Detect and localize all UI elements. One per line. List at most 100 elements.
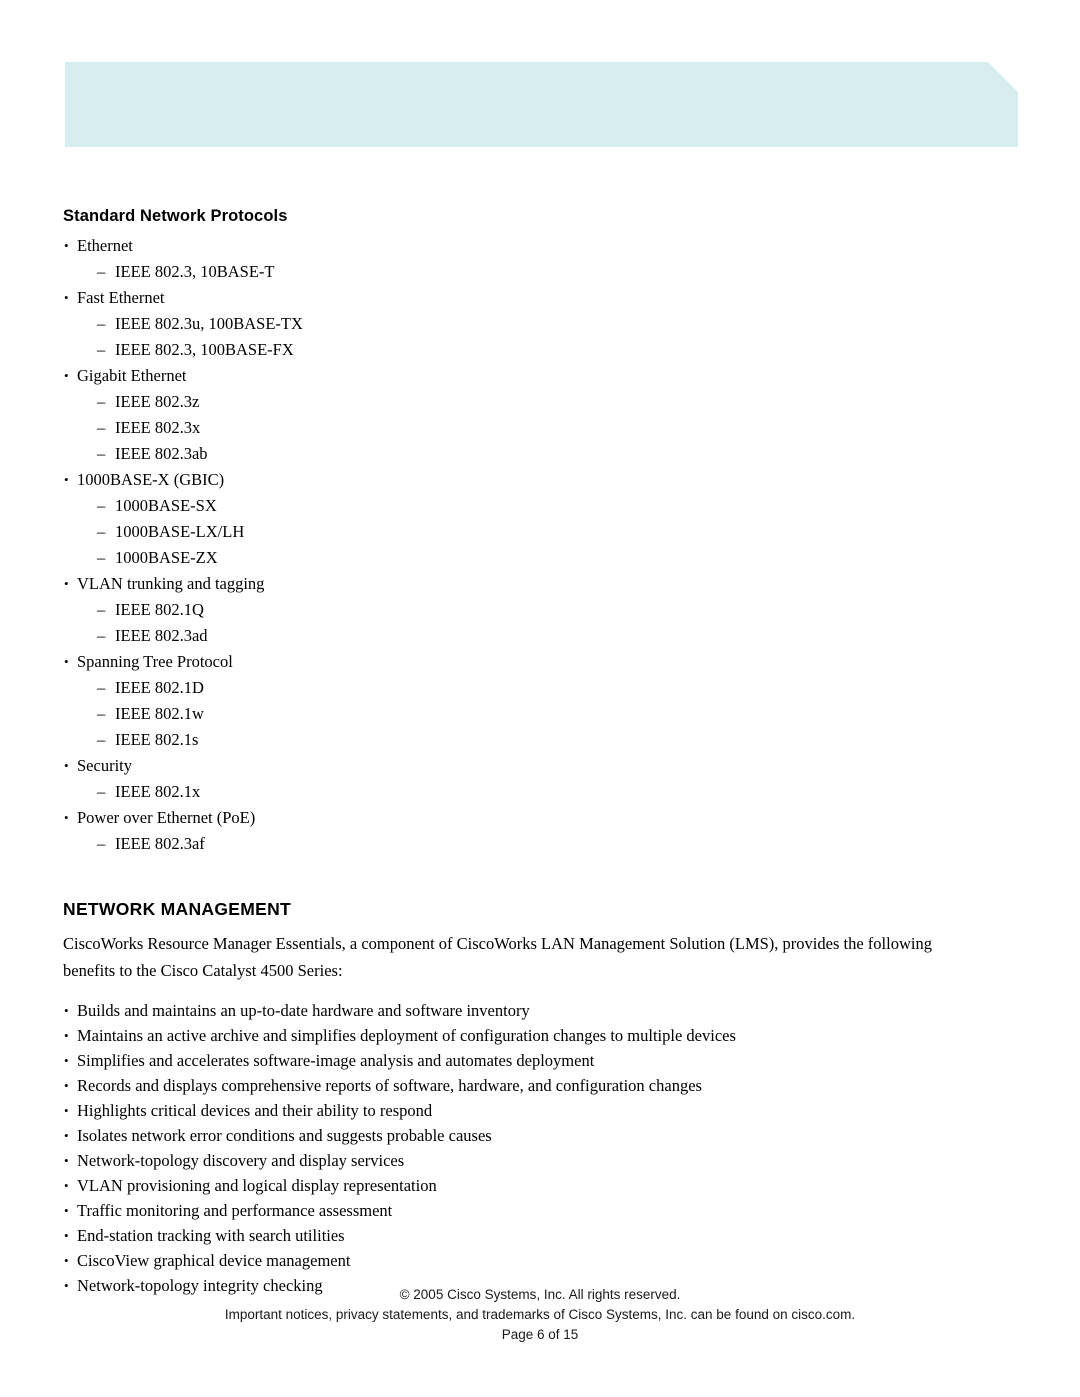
list-subitem-label: IEEE 802.1D [115, 677, 204, 697]
list-item: • Highlights critical devices and their … [63, 1098, 1018, 1123]
bullet-dot-icon: • [64, 757, 69, 773]
dash-icon: – [97, 417, 106, 437]
list-item-label: Network-topology discovery and display s… [77, 1150, 405, 1170]
bullet-dot-icon: • [64, 1102, 69, 1118]
list-item-label: Gigabit Ethernet [77, 365, 187, 385]
list-item-label: Security [77, 755, 132, 775]
dash-icon: – [97, 677, 106, 697]
network-management-heading: NETWORK MANAGEMENT [63, 898, 292, 919]
list-item: • Traffic monitoring and performance ass… [63, 1198, 1018, 1223]
list-item-label: Builds and maintains an up-to-date hardw… [77, 1000, 530, 1020]
list-subitem: – IEEE 802.1Q [63, 597, 1018, 623]
list-item: • Maintains an active archive and simpli… [63, 1023, 1018, 1048]
list-subitem: – IEEE 802.3ad [63, 623, 1018, 649]
list-item: • Ethernet [63, 233, 1018, 259]
bullet-dot-icon: • [64, 367, 69, 383]
list-item-label: Isolates network error conditions and su… [77, 1125, 492, 1145]
list-subitem: – IEEE 802.3ab [63, 441, 1018, 467]
dash-icon: – [97, 261, 106, 281]
list-subitem: – IEEE 802.3, 10BASE-T [63, 259, 1018, 285]
dash-icon: – [97, 313, 106, 333]
list-item: • End-station tracking with search utili… [63, 1223, 1018, 1248]
list-subitem: – 1000BASE-ZX [63, 545, 1018, 571]
dash-icon: – [97, 495, 106, 515]
list-item: • Power over Ethernet (PoE) [63, 805, 1018, 831]
list-subitem: – IEEE 802.3, 100BASE-FX [63, 337, 1018, 363]
dash-icon: – [97, 625, 106, 645]
dash-icon: – [97, 547, 106, 567]
list-subitem: – 1000BASE-LX/LH [63, 519, 1018, 545]
list-subitem-label: IEEE 802.1Q [115, 599, 204, 619]
network-management-benefits-list: • Builds and maintains an up-to-date har… [63, 998, 1018, 1298]
list-item-label: Maintains an active archive and simplifi… [77, 1025, 736, 1045]
list-item-label: VLAN trunking and tagging [77, 573, 265, 593]
list-item-label: CiscoView graphical device management [77, 1250, 351, 1270]
list-subitem-label: IEEE 802.3ad [115, 625, 208, 645]
list-subitem: – 1000BASE-SX [63, 493, 1018, 519]
bullet-dot-icon: • [64, 1077, 69, 1093]
list-item-label: Highlights critical devices and their ab… [77, 1100, 433, 1120]
list-subitem: – IEEE 802.1s [63, 727, 1018, 753]
list-subitem-label: IEEE 802.3, 100BASE-FX [115, 339, 294, 359]
list-subitem-label: 1000BASE-LX/LH [115, 521, 245, 541]
list-subitem-label: IEEE 802.1w [115, 703, 204, 723]
dash-icon: – [97, 521, 106, 541]
list-subitem-label: 1000BASE-ZX [115, 547, 218, 567]
dash-icon: – [97, 443, 106, 463]
dash-icon: – [97, 339, 106, 359]
bullet-dot-icon: • [64, 1052, 69, 1068]
dash-icon: – [97, 703, 106, 723]
list-subitem-label: 1000BASE-SX [115, 495, 217, 515]
bullet-dot-icon: • [64, 471, 69, 487]
list-subitem-label: IEEE 802.3af [115, 833, 205, 853]
list-item-label: Spanning Tree Protocol [77, 651, 233, 671]
list-subitem: – IEEE 802.3af [63, 831, 1018, 857]
list-subitem: – IEEE 802.3u, 100BASE-TX [63, 311, 1018, 337]
dash-icon: – [97, 781, 106, 801]
list-item: • 1000BASE-X (GBIC) [63, 467, 1018, 493]
list-item: • CiscoView graphical device management [63, 1248, 1018, 1273]
list-item-label: End-station tracking with search utiliti… [77, 1225, 345, 1245]
bullet-dot-icon: • [64, 653, 69, 669]
list-item: • Gigabit Ethernet [63, 363, 1018, 389]
bullet-dot-icon: • [64, 1252, 69, 1268]
list-item-label: 1000BASE-X (GBIC) [77, 469, 225, 489]
list-item: • Builds and maintains an up-to-date har… [63, 998, 1018, 1023]
list-subitem-label: IEEE 802.1s [115, 729, 199, 749]
network-management-section: NETWORK MANAGEMENT CiscoWorks Resource M… [63, 899, 1018, 1298]
list-subitem-label: IEEE 802.3x [115, 417, 201, 437]
dash-icon: – [97, 391, 106, 411]
list-item: • Spanning Tree Protocol [63, 649, 1018, 675]
list-item: • Records and displays comprehensive rep… [63, 1073, 1018, 1098]
list-subitem-label: IEEE 802.3z [115, 391, 200, 411]
bullet-dot-icon: • [64, 1202, 69, 1218]
bullet-dot-icon: • [64, 1177, 69, 1193]
standard-network-protocols-list: • Ethernet – IEEE 802.3, 10BASE-T • Fast… [63, 233, 1018, 857]
list-item-label: Ethernet [77, 235, 133, 255]
list-subitem: – IEEE 802.3x [63, 415, 1018, 441]
bullet-dot-icon: • [64, 1152, 69, 1168]
list-item-label: Power over Ethernet (PoE) [77, 807, 256, 827]
list-item-label: VLAN provisioning and logical display re… [77, 1175, 437, 1195]
list-item-label: Traffic monitoring and performance asses… [77, 1200, 393, 1220]
page-title: Standard Network Protocols [63, 207, 288, 225]
list-item-label: Records and displays comprehensive repor… [77, 1075, 702, 1095]
bullet-dot-icon: • [64, 289, 69, 305]
list-item: • Isolates network error conditions and … [63, 1123, 1018, 1148]
list-subitem-label: IEEE 802.3u, 100BASE-TX [115, 313, 303, 333]
list-item: • VLAN trunking and tagging [63, 571, 1018, 597]
list-item: • Fast Ethernet [63, 285, 1018, 311]
list-item-label: Simplifies and accelerates software-imag… [77, 1050, 595, 1070]
network-management-paragraph: CiscoWorks Resource Manager Essentials, … [63, 933, 932, 980]
footer-page-number: Page 6 of 15 [501, 1327, 579, 1342]
list-subitem: – IEEE 802.3z [63, 389, 1018, 415]
dash-icon: – [97, 729, 106, 749]
footer-notice: Important notices, privacy statements, a… [224, 1307, 856, 1322]
bullet-dot-icon: • [64, 237, 69, 253]
dash-icon: – [97, 599, 106, 619]
list-item: • VLAN provisioning and logical display … [63, 1173, 1018, 1198]
list-item-label: Fast Ethernet [77, 287, 165, 307]
bullet-dot-icon: • [64, 1127, 69, 1143]
bullet-dot-icon: • [64, 1002, 69, 1018]
page-content: Standard Network Protocols • Ethernet – … [63, 207, 1018, 1298]
